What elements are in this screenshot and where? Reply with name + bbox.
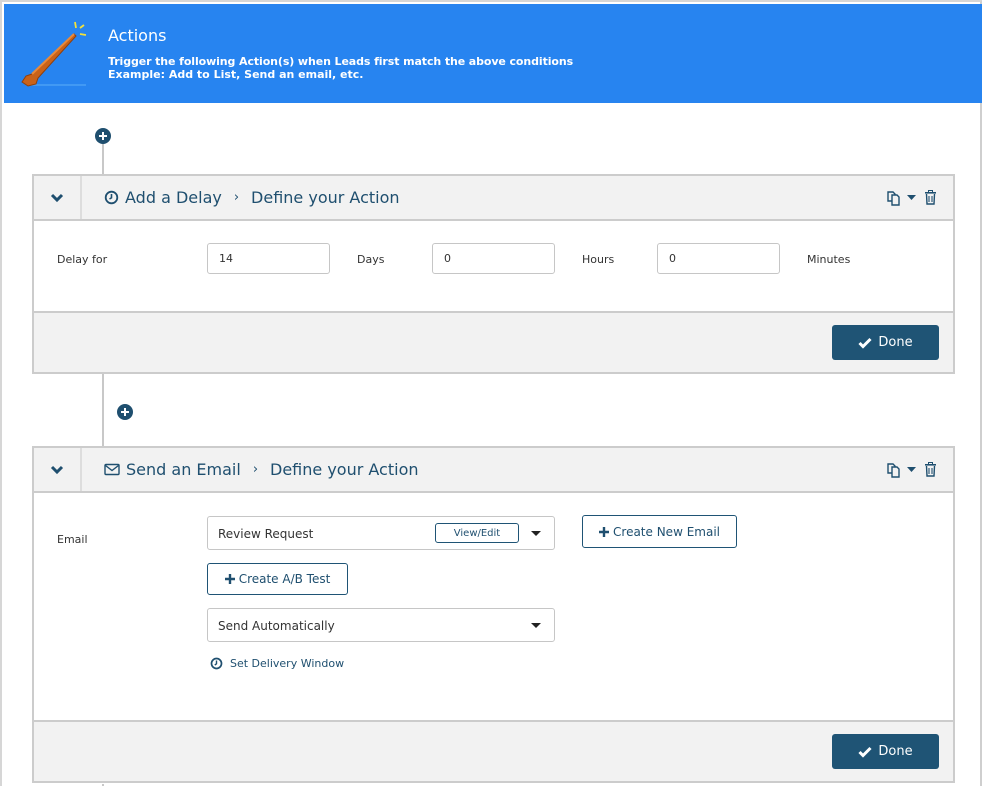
trash-icon[interactable] — [924, 462, 937, 477]
delay-label: Delay for — [57, 253, 108, 266]
breadcrumb-separator: › — [233, 190, 240, 205]
envelope-icon — [104, 463, 120, 476]
plus-icon — [224, 574, 235, 584]
clock-icon — [104, 190, 119, 205]
create-ab-test-label: Create A/B Test — [238, 572, 331, 586]
check-icon — [858, 337, 872, 349]
done-label: Done — [878, 744, 913, 759]
minutes-input[interactable] — [657, 243, 780, 274]
card-title: Add a Delay › Define your Action — [104, 188, 400, 207]
copy-icon[interactable] — [885, 461, 903, 478]
minutes-unit-label: Minutes — [807, 253, 851, 266]
email-select-value: Review Request — [218, 527, 314, 541]
set-delivery-window-link[interactable]: Set Delivery Window — [210, 657, 344, 670]
collapse-button[interactable] — [34, 448, 82, 491]
caret-down-icon — [531, 531, 541, 536]
card-body: Email Review Request View/Edit Create Ne… — [34, 493, 953, 720]
card-footer: Done — [34, 311, 953, 372]
send-mode-value: Send Automatically — [218, 619, 335, 633]
view-edit-button[interactable]: View/Edit — [435, 523, 519, 543]
action-step-label: Define your Action — [270, 460, 419, 479]
email-select[interactable]: Review Request View/Edit — [207, 516, 555, 550]
email-label: Email — [57, 533, 88, 546]
action-step-label: Define your Action — [251, 188, 400, 207]
caret-down-icon[interactable] — [907, 194, 916, 201]
banner-example: Example: Add to List, Send an email, etc… — [108, 68, 363, 81]
hours-unit-label: Hours — [582, 253, 615, 266]
send-mode-select[interactable]: Send Automatically — [207, 608, 555, 642]
banner-example-label: Example: — [108, 68, 165, 81]
banner-title: Actions — [108, 26, 167, 45]
card-header: Add a Delay › Define your Action — [34, 176, 953, 221]
done-button[interactable]: Done — [832, 734, 939, 769]
action-type-label: Add a Delay — [125, 188, 222, 207]
done-label: Done — [878, 335, 913, 350]
create-new-email-label: Create New Email — [613, 524, 720, 539]
done-button[interactable]: Done — [832, 325, 939, 360]
chevron-down-icon — [50, 465, 64, 474]
add-action-button[interactable] — [117, 404, 133, 420]
plus-icon — [599, 526, 610, 537]
magic-wand-icon — [21, 21, 86, 87]
clock-icon — [210, 657, 223, 670]
flow-connector — [102, 374, 104, 448]
actions-panel: Actions Trigger the following Action(s) … — [0, 0, 982, 786]
trash-icon[interactable] — [924, 190, 937, 205]
days-unit-label: Days — [357, 253, 385, 266]
breadcrumb-separator: › — [252, 462, 259, 477]
create-new-email-button[interactable]: Create New Email — [582, 515, 737, 548]
chevron-down-icon — [50, 193, 64, 202]
card-header-actions — [885, 189, 937, 206]
banner-example-text: Add to List, Send an email, etc. — [165, 68, 364, 81]
check-icon — [858, 746, 872, 758]
card-footer: Done — [34, 720, 953, 781]
set-delivery-window-label: Set Delivery Window — [230, 657, 345, 670]
card-header: Send an Email › Define your Action — [34, 448, 953, 493]
card-header-actions — [885, 461, 937, 478]
card-body: Delay for Days Hours Minutes — [34, 221, 953, 311]
delay-action-card: Add a Delay › Define your Action Delay f… — [32, 174, 955, 374]
actions-banner: Actions Trigger the following Action(s) … — [4, 4, 982, 103]
email-action-card: Send an Email › Define your Action Email… — [32, 446, 955, 783]
card-title: Send an Email › Define your Action — [104, 460, 419, 479]
hours-input[interactable] — [432, 243, 555, 274]
flow-connector — [102, 142, 104, 176]
collapse-button[interactable] — [34, 176, 82, 219]
create-ab-test-button[interactable]: Create A/B Test — [207, 563, 348, 595]
copy-icon[interactable] — [885, 189, 903, 206]
add-action-button[interactable] — [95, 128, 111, 144]
caret-down-icon[interactable] — [907, 466, 916, 473]
banner-subtitle: Trigger the following Action(s) when Lea… — [108, 55, 574, 68]
days-input[interactable] — [207, 243, 330, 274]
action-type-label: Send an Email — [126, 460, 241, 479]
caret-down-icon — [531, 623, 541, 628]
